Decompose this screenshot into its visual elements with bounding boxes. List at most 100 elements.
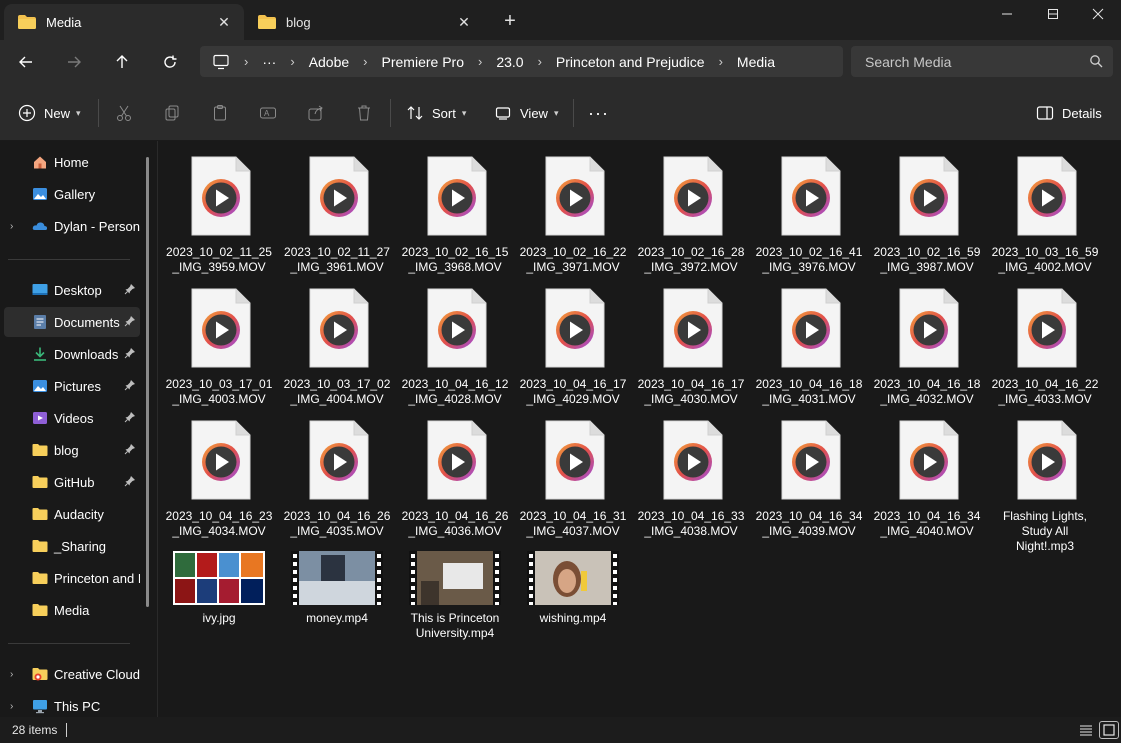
refresh-button[interactable] <box>154 48 186 76</box>
file-item[interactable]: 2023_10_04_16_17 _IMG_4030.MOV <box>635 273 747 406</box>
pin-icon[interactable] <box>124 443 136 455</box>
address-bar[interactable]: › ··· › Adobe › Premiere Pro › 23.0 › Pr… <box>200 46 843 77</box>
file-item[interactable]: 2023_10_04_16_22 _IMG_4033.MOV <box>989 273 1101 406</box>
file-item[interactable]: Flashing Lights, Study All Night!.mp3 <box>989 405 1101 553</box>
file-item[interactable]: 2023_10_03_17_02 _IMG_4004.MOV <box>281 273 393 406</box>
file-item[interactable]: 2023_10_04_16_12 _IMG_4028.MOV <box>399 273 511 406</box>
search-input[interactable]: Search Media <box>851 46 1113 77</box>
breadcrumb-item[interactable]: Adobe <box>309 54 349 70</box>
pin-icon[interactable] <box>124 283 136 295</box>
sidebar-item-media[interactable]: Media <box>0 595 140 625</box>
file-item[interactable]: 2023_10_03_17_01 _IMG_4003.MOV <box>163 273 275 406</box>
details-view-button[interactable] <box>1076 721 1096 739</box>
file-item[interactable]: ivy.jpg <box>163 537 275 637</box>
file-item[interactable]: 2023_10_02_11_27 _IMG_3961.MOV <box>281 141 393 274</box>
breadcrumb-item[interactable]: Premiere Pro <box>382 54 464 70</box>
rename-icon[interactable]: A <box>258 103 278 123</box>
file-item[interactable]: 2023_10_04_16_34 _IMG_4039.MOV <box>753 405 865 538</box>
breadcrumb-item[interactable]: Princeton and Prejudice <box>556 54 705 70</box>
onedrive-icon <box>32 222 48 230</box>
sidebar-item-sharing[interactable]: _Sharing <box>0 531 140 561</box>
details-button[interactable]: Details <box>1036 101 1102 125</box>
tab-blog[interactable]: blog ✕ <box>244 4 484 40</box>
file-item[interactable]: 2023_10_04_16_33 _IMG_4038.MOV <box>635 405 747 538</box>
file-item[interactable]: 2023_10_04_16_26 _IMG_4035.MOV <box>281 405 393 538</box>
file-item[interactable]: 2023_10_02_16_41 _IMG_3976.MOV <box>753 141 865 274</box>
sidebar-item-blog[interactable]: blog <box>0 435 140 465</box>
sidebar-item-pictures[interactable]: Pictures <box>0 371 140 401</box>
chevron-right-icon[interactable]: › <box>10 701 13 712</box>
file-name: 2023_10_04_16_31 _IMG_4037.MOV <box>517 509 629 539</box>
forward-button[interactable] <box>58 48 90 76</box>
file-item[interactable]: 2023_10_02_16_15 _IMG_3968.MOV <box>399 141 511 274</box>
close-tab-icon[interactable]: ✕ <box>454 12 474 32</box>
file-item[interactable]: wishing.mp4 <box>517 537 629 637</box>
cut-icon[interactable] <box>114 103 134 123</box>
file-item[interactable]: 2023_10_02_16_59 _IMG_3987.MOV <box>871 141 983 274</box>
video-thumbnail <box>409 551 501 606</box>
back-button[interactable] <box>10 48 42 76</box>
file-item[interactable]: This is Princeton University.mp4 <box>399 537 511 640</box>
sort-button[interactable]: Sort ▾ <box>406 101 466 125</box>
new-tab-button[interactable]: + <box>496 10 524 34</box>
chevron-right-icon[interactable]: › <box>10 221 13 232</box>
tab-media[interactable]: Media ✕ <box>4 4 244 40</box>
pin-icon[interactable] <box>124 379 136 391</box>
minimize-icon[interactable] <box>984 0 1030 28</box>
sidebar-item-github[interactable]: GitHub <box>0 467 140 497</box>
sidebar-item-creative-cloud[interactable]: › Creative Cloud F <box>0 659 140 689</box>
delete-icon[interactable] <box>354 103 374 123</box>
new-button[interactable]: New ▾ <box>18 101 81 125</box>
copy-icon[interactable] <box>162 103 182 123</box>
pin-icon[interactable] <box>124 315 136 327</box>
file-item[interactable]: 2023_10_04_16_26 _IMG_4036.MOV <box>399 405 511 538</box>
more-options-icon[interactable]: ··· <box>588 101 609 125</box>
paste-icon[interactable] <box>210 103 230 123</box>
sidebar-scrollbar[interactable] <box>146 157 149 607</box>
pin-icon[interactable] <box>124 411 136 423</box>
file-item[interactable]: 2023_10_04_16_31 _IMG_4037.MOV <box>517 405 629 538</box>
sidebar-item-desktop[interactable]: Desktop <box>0 275 140 305</box>
file-item[interactable]: 2023_10_02_11_25 _IMG_3959.MOV <box>163 141 275 274</box>
view-icon <box>495 107 511 120</box>
sidebar-item-downloads[interactable]: Downloads <box>0 339 140 369</box>
pin-icon[interactable] <box>124 475 136 487</box>
close-tab-icon[interactable]: ✕ <box>214 12 234 32</box>
more-crumbs-button[interactable]: ··· <box>262 54 276 70</box>
up-button[interactable] <box>106 48 138 76</box>
pin-icon[interactable] <box>124 347 136 359</box>
file-name-line: 2023_10_04_16_18 <box>755 377 863 391</box>
file-item[interactable]: 2023_10_04_16_18 _IMG_4032.MOV <box>871 273 983 406</box>
chevron-right-icon[interactable]: › <box>10 669 13 680</box>
sidebar-item-princeton[interactable]: Princeton and P <box>0 563 140 593</box>
arrow-left-icon <box>19 56 32 68</box>
maximize-icon[interactable] <box>1030 0 1076 28</box>
file-name-line: 2023_10_02_11_27 <box>284 245 390 259</box>
file-item[interactable]: money.mp4 <box>281 537 393 637</box>
share-icon[interactable] <box>306 103 326 123</box>
sidebar-item-gallery[interactable]: Gallery <box>0 179 140 209</box>
large-icons-view-button[interactable] <box>1099 721 1119 739</box>
file-item[interactable]: 2023_10_03_16_59 _IMG_4002.MOV <box>989 141 1101 274</box>
file-item[interactable]: 2023_10_02_16_22 _IMG_3971.MOV <box>517 141 629 274</box>
file-item[interactable]: 2023_10_04_16_17 _IMG_4029.MOV <box>517 273 629 406</box>
sidebar-item-label: Media <box>54 602 90 618</box>
file-item[interactable]: 2023_10_04_16_23 _IMG_4034.MOV <box>163 405 275 538</box>
breadcrumb-item[interactable]: Media <box>737 54 775 70</box>
divider <box>8 643 130 644</box>
sidebar-item-onedrive[interactable]: › Dylan - Persona <box>0 211 140 241</box>
media-file-icon <box>190 287 252 369</box>
file-item[interactable]: 2023_10_02_16_28 _IMG_3972.MOV <box>635 141 747 274</box>
file-name-line: 2023_10_04_16_17 <box>519 377 627 391</box>
sidebar-item-videos[interactable]: Videos <box>0 403 140 433</box>
media-file-icon <box>1016 287 1078 369</box>
file-item[interactable]: 2023_10_04_16_34 _IMG_4040.MOV <box>871 405 983 538</box>
breadcrumb-item[interactable]: 23.0 <box>496 54 523 70</box>
file-name-line: Study All <box>1021 524 1069 538</box>
sidebar-item-home[interactable]: Home <box>0 147 140 177</box>
sidebar-item-audacity[interactable]: Audacity <box>0 499 140 529</box>
close-window-icon[interactable] <box>1075 0 1121 28</box>
sidebar-item-documents[interactable]: Documents <box>4 307 140 337</box>
file-item[interactable]: 2023_10_04_16_18 _IMG_4031.MOV <box>753 273 865 406</box>
view-button[interactable]: View ▾ <box>494 101 558 125</box>
